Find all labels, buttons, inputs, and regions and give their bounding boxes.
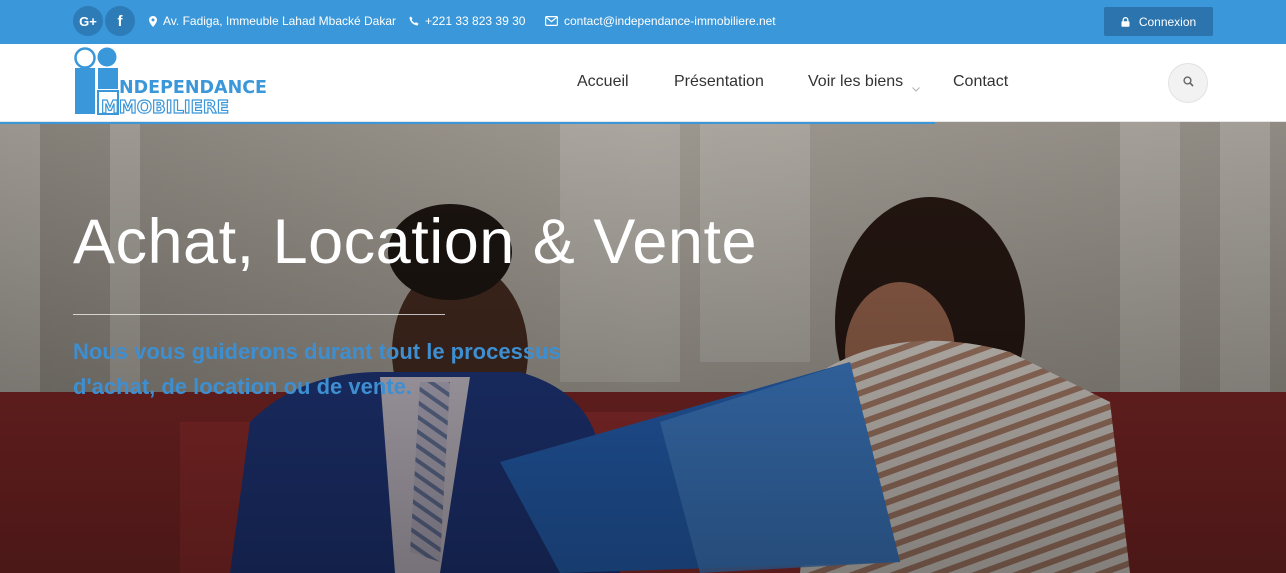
hero-subtitle: Nous vous guiderons durant tout le proce… <box>73 334 593 404</box>
nav-accueil[interactable]: Accueil <box>577 73 629 91</box>
hero-subtitle-line-1: Nous vous guiderons durant tout le proce… <box>73 339 561 364</box>
hero-accent-line <box>0 122 935 124</box>
search-button[interactable] <box>1168 63 1208 103</box>
phone-info[interactable]: +221 33 823 39 30 <box>409 14 525 28</box>
login-label: Connexion <box>1138 14 1197 29</box>
google-plus-icon[interactable]: G+ <box>73 6 103 36</box>
facebook-label: f <box>117 12 123 30</box>
envelope-icon <box>545 16 558 26</box>
main-header: NDEPENDANCE MMOBILIERE Accueil Présentat… <box>0 44 1286 124</box>
hero-banner: Achat, Location & Vente Nous vous guider… <box>0 122 1286 573</box>
chevron-down-icon[interactable] <box>912 79 920 97</box>
site-logo[interactable]: NDEPENDANCE MMOBILIERE <box>73 45 269 119</box>
logo-text-top: NDEPENDANCE <box>119 77 267 98</box>
top-bar: G+ f Av. Fadiga, Immeuble Lahad Mbacké D… <box>0 0 1286 44</box>
address-info: Av. Fadiga, Immeuble Lahad Mbacké Dakar <box>149 14 396 28</box>
nav-voir-les-biens[interactable]: Voir les biens <box>808 73 903 91</box>
hero-divider <box>73 314 445 315</box>
map-marker-icon <box>149 15 157 27</box>
hero-title: Achat, Location & Vente <box>73 207 757 277</box>
phone-text: +221 33 823 39 30 <box>425 14 526 28</box>
logo-text-bottom: MMOBILIERE <box>101 97 229 117</box>
address-text: Av. Fadiga, Immeuble Lahad Mbacké Dakar <box>163 14 397 28</box>
email-info[interactable]: contact@independance-immobiliere.net <box>545 14 776 28</box>
hero-subtitle-line-2: d'achat, de location ou de vente. <box>73 374 412 399</box>
login-button[interactable]: Connexion <box>1104 7 1213 36</box>
lock-icon <box>1121 16 1130 27</box>
search-icon <box>1182 74 1194 92</box>
google-plus-label: G+ <box>79 13 97 29</box>
nav-presentation[interactable]: Présentation <box>674 73 764 91</box>
phone-icon <box>409 16 419 26</box>
email-text: contact@independance-immobiliere.net <box>564 14 776 28</box>
facebook-icon[interactable]: f <box>105 6 135 36</box>
nav-contact[interactable]: Contact <box>953 73 1008 91</box>
